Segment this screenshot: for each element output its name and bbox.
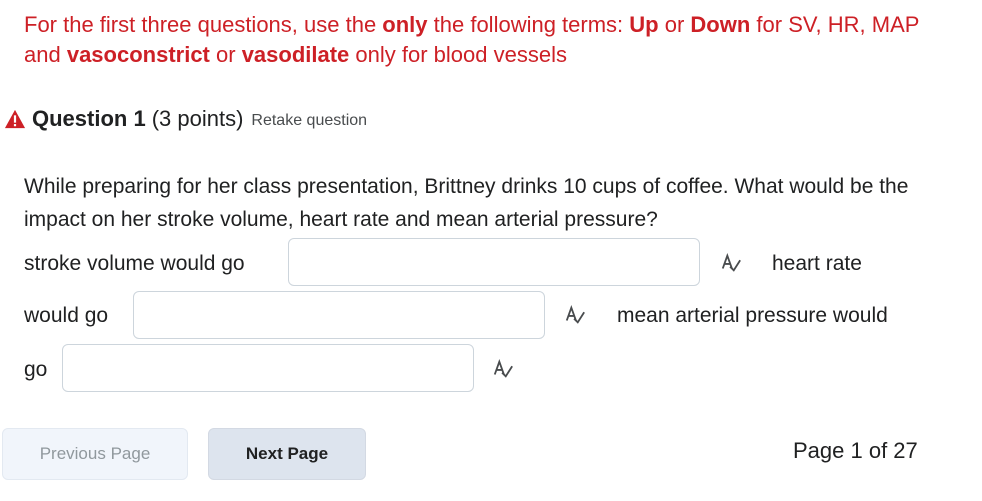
spellcheck-icon[interactable]	[720, 252, 742, 274]
warning-triangle-icon	[4, 109, 26, 129]
next-page-button[interactable]: Next Page	[208, 428, 366, 480]
map-label-cont: go	[24, 358, 48, 381]
spellcheck-icon[interactable]	[564, 304, 586, 326]
heart-rate-label-cont: would go	[24, 304, 109, 327]
stroke-volume-input[interactable]	[288, 238, 700, 286]
map-label: mean arterial pressure would	[617, 304, 888, 327]
spellcheck-icon[interactable]	[492, 358, 514, 380]
page-indicator: Page 1 of 27	[793, 438, 918, 463]
instructions-text: For the first three questions, use the o…	[24, 12, 920, 67]
question-text: While preparing for her class presentati…	[24, 175, 909, 231]
previous-page-button[interactable]: Previous Page	[2, 428, 188, 480]
map-input[interactable]	[62, 344, 474, 392]
question-points: (3 points)	[151, 106, 244, 131]
heart-rate-label: heart rate	[772, 252, 862, 275]
question-header: Question 1 (3 points) Retake question	[4, 104, 367, 134]
retake-question-link[interactable]: Retake question	[251, 112, 367, 130]
stroke-volume-label: stroke volume would go	[24, 252, 245, 275]
heart-rate-input[interactable]	[133, 291, 545, 339]
question-title: Question 1	[32, 106, 146, 131]
